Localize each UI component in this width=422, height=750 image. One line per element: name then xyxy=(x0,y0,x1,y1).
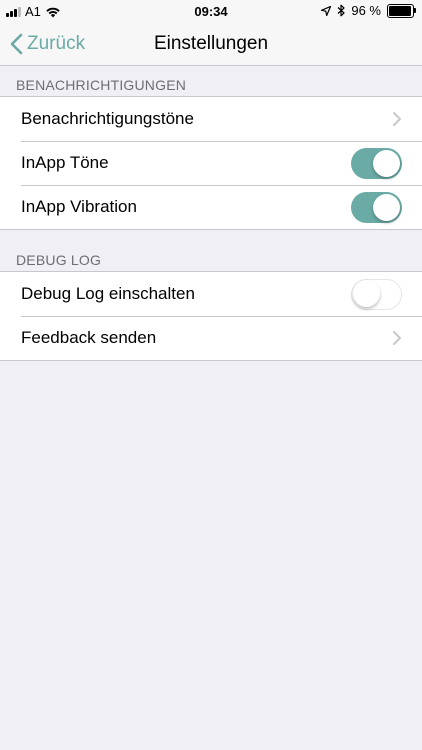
row-label: Debug Log einschalten xyxy=(21,284,195,303)
send-feedback-row[interactable]: Feedback senden xyxy=(0,316,422,360)
notification-sounds-row[interactable]: Benachrichtigungstöne xyxy=(0,97,422,141)
row-label: InApp Vibration xyxy=(21,197,137,216)
inapp-sounds-row: InApp Töne xyxy=(0,141,422,185)
inapp-vibration-row: InApp Vibration xyxy=(0,185,422,229)
navigation-bar: Zurück Einstellungen xyxy=(0,22,422,66)
inapp-vibration-toggle[interactable] xyxy=(351,191,402,223)
back-button[interactable]: Zurück xyxy=(10,22,85,66)
section-header-notifications: BENACHRICHTIGUNGEN xyxy=(16,77,187,93)
toggle-knob xyxy=(352,280,380,307)
chevron-right-icon xyxy=(393,331,401,345)
debug-log-group: Debug Log einschalten Feedback senden xyxy=(0,271,422,361)
chevron-right-icon xyxy=(393,112,401,126)
status-bar: A1 09:34 96 % xyxy=(0,0,422,22)
battery-percent: 96 % xyxy=(351,3,381,18)
row-label: InApp Töne xyxy=(21,153,109,172)
inapp-sounds-toggle[interactable] xyxy=(351,147,402,179)
debug-log-row: Debug Log einschalten xyxy=(0,272,422,316)
location-arrow-icon xyxy=(321,5,332,16)
toggle-knob xyxy=(373,193,400,221)
row-label: Feedback senden xyxy=(21,328,157,347)
notifications-group: Benachrichtigungstöne InApp Töne InApp V… xyxy=(0,96,422,230)
debug-log-toggle[interactable] xyxy=(351,278,402,310)
status-right: 96 % xyxy=(321,3,416,18)
toggle-knob xyxy=(373,149,400,177)
battery-icon xyxy=(387,3,416,18)
chevron-left-icon xyxy=(10,33,23,55)
back-button-label: Zurück xyxy=(27,33,86,54)
row-label: Benachrichtigungstöne xyxy=(21,109,194,128)
battery-level-fill xyxy=(389,5,412,16)
section-header-debug-log: DEBUG LOG xyxy=(16,252,102,268)
bluetooth-icon xyxy=(337,4,345,17)
